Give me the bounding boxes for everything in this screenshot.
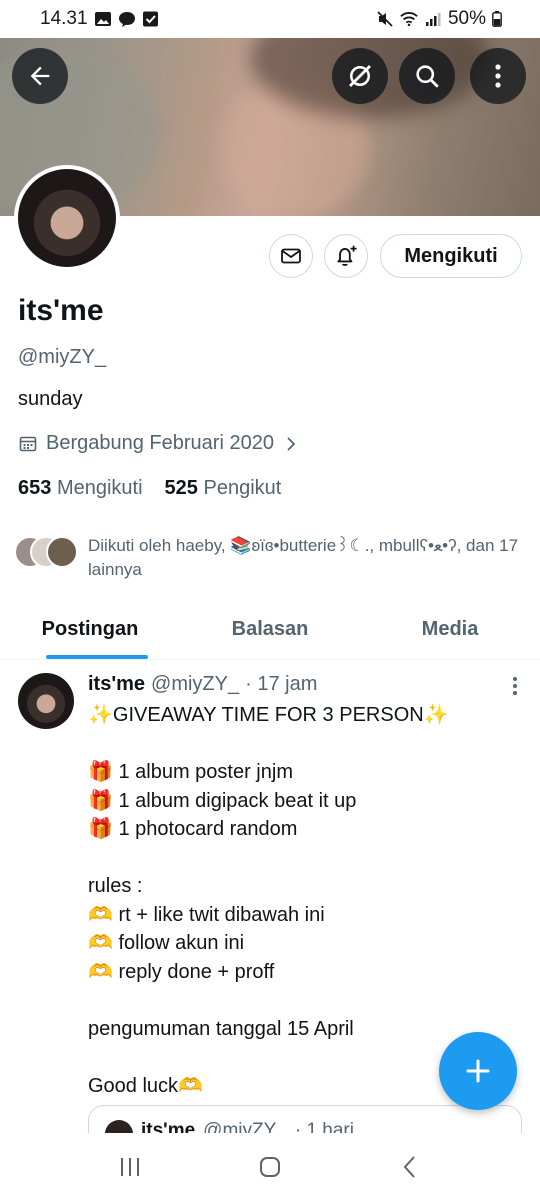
avatar[interactable] xyxy=(18,169,116,267)
post-author-avatar[interactable] xyxy=(18,673,74,729)
signal-icon xyxy=(425,13,441,26)
post-line: 🫶 reply done + proff xyxy=(88,960,275,983)
post-line: 🫶 follow akun ini xyxy=(88,932,245,954)
following-stat[interactable]: 653 Mengikuti xyxy=(18,477,143,500)
profile-bio: sunday xyxy=(18,388,83,410)
system-nav-bar xyxy=(0,1133,540,1200)
more-vertical-icon xyxy=(513,677,517,695)
post-author-handle: @miyZY_ xyxy=(151,673,240,695)
back-nav-button[interactable] xyxy=(380,1147,440,1187)
recent-apps-icon xyxy=(121,1157,139,1176)
recent-apps-button[interactable] xyxy=(100,1147,160,1187)
home-button[interactable] xyxy=(240,1147,300,1187)
status-bar-left: 14.31 xyxy=(40,8,160,30)
post-line xyxy=(88,844,518,873)
quoted-author-name: its'me xyxy=(141,1120,196,1133)
post-header: its'me @miyZY_ · 17 jam xyxy=(88,673,317,696)
post-line: 🎁 1 album poster jnjm xyxy=(88,761,293,783)
bell-plus-icon xyxy=(337,245,357,266)
post-more-button[interactable] xyxy=(512,675,518,702)
quoted-post[interactable]: its'me @miyZY_ · 1 hari xyxy=(88,1105,522,1133)
post-line: rules : xyxy=(88,875,143,897)
post-line: pengumuman tanggal 15 April xyxy=(88,1017,354,1040)
more-options-button[interactable] xyxy=(470,48,526,104)
calendar-icon xyxy=(19,436,37,451)
mute-icon xyxy=(377,11,393,27)
more-vertical-icon xyxy=(495,64,501,88)
envelope-icon xyxy=(281,248,301,264)
chevron-right-icon xyxy=(287,436,296,451)
wifi-icon xyxy=(400,12,418,27)
chevron-left-icon xyxy=(403,1155,415,1178)
back-button[interactable] xyxy=(12,48,68,104)
grok-button[interactable] xyxy=(332,48,388,104)
following-label: Mengikuti xyxy=(56,477,143,499)
followers-label: Pengikut xyxy=(203,477,282,499)
post-line xyxy=(88,986,518,1015)
following-button[interactable]: Mengikuti xyxy=(380,234,522,278)
post-line: 🎁 1 album digipack beat it up xyxy=(88,789,357,812)
followers-count: 525 xyxy=(164,477,198,499)
following-count: 653 xyxy=(18,477,52,499)
plus-icon xyxy=(466,1059,490,1083)
post-line: 🫶 rt + like twit dibawah ini xyxy=(88,903,325,926)
avatar xyxy=(46,536,78,568)
tab-posts[interactable]: Postingan xyxy=(0,600,180,659)
back-arrow-icon xyxy=(30,66,50,86)
grok-icon xyxy=(349,65,371,87)
checkbox-icon xyxy=(142,11,158,27)
post-line: 🎁 1 photocard random xyxy=(88,818,298,840)
message-button[interactable] xyxy=(269,234,313,278)
battery-percent: 50% xyxy=(447,8,486,29)
joined-date: Bergabung Februari 2020 xyxy=(46,432,274,454)
status-bar-right: 50% xyxy=(376,8,502,30)
mutual-avatars xyxy=(14,534,80,570)
gallery-icon xyxy=(94,12,111,26)
compose-button[interactable] xyxy=(439,1032,517,1110)
profile-avatar-frame[interactable] xyxy=(14,165,120,271)
battery-icon xyxy=(492,11,502,27)
post-time: · 17 jam xyxy=(245,673,318,695)
notifications-button[interactable] xyxy=(324,234,368,278)
profile-name: its'me xyxy=(18,294,104,327)
follow-stats: 653 Mengikuti 525 Pengikut xyxy=(18,477,281,500)
home-icon xyxy=(260,1156,280,1177)
status-bar: 14.31 50% xyxy=(0,0,540,38)
search-icon xyxy=(416,65,439,88)
quoted-author-handle: @miyZY_ xyxy=(203,1120,287,1133)
tab-replies[interactable]: Balasan xyxy=(180,600,360,659)
chat-icon xyxy=(118,12,135,27)
followers-stat[interactable]: 525 Pengikut xyxy=(165,477,282,500)
post-line xyxy=(88,730,518,759)
post-line: ✨GIVEAWAY TIME FOR 3 PERSON✨ xyxy=(88,704,449,726)
quoted-post-time: · 1 hari xyxy=(294,1120,354,1133)
avatar xyxy=(105,1120,133,1133)
post-author-name[interactable]: its'me xyxy=(88,673,145,696)
profile-tabs: Postingan Balasan Media xyxy=(0,600,540,660)
joined-date-row[interactable]: Bergabung Februari 2020 xyxy=(18,432,300,455)
profile-handle: @miyZY_ xyxy=(18,346,107,368)
followed-by-text: Diikuti oleh haeby, 📚ʚïɞ•butterie꒱☾., mb… xyxy=(88,536,519,579)
search-button[interactable] xyxy=(399,48,455,104)
status-time: 14.31 xyxy=(40,8,88,29)
tab-media[interactable]: Media xyxy=(360,600,540,659)
followed-by-row[interactable]: Diikuti oleh haeby, 📚ʚïɞ•butterie꒱☾., mb… xyxy=(14,534,524,582)
